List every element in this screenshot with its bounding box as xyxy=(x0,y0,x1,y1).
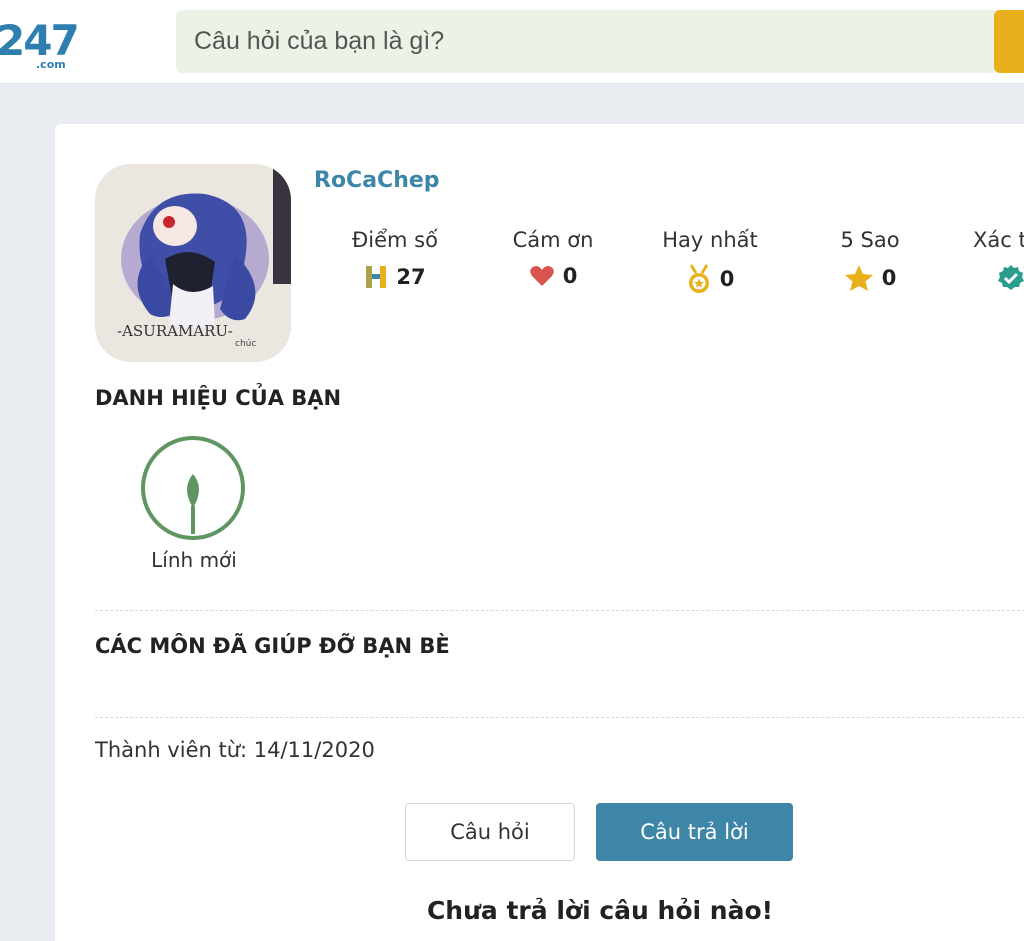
stat-thanks: Cám ơn 0 xyxy=(503,228,603,288)
stat-best: Hay nhất 0 xyxy=(645,228,775,294)
avatar-caption: -ASURAMARU- xyxy=(117,322,233,340)
stat-five-stars: 5 Sao 0 xyxy=(825,228,915,292)
badge-label: Lính mới xyxy=(151,548,237,572)
search-button[interactable] xyxy=(994,10,1024,73)
stat-points: Điểm số 27 xyxy=(340,228,450,290)
logo-suffix: .com xyxy=(36,58,66,71)
site-logo[interactable]: 247 .com xyxy=(0,18,80,72)
subjects-heading: CÁC MÔN ĐÃ GIÚP ĐỠ BẠN BÈ xyxy=(95,634,450,658)
stat-verified: Xác t xyxy=(973,228,1024,292)
titles-heading: DANH HIỆU CỦA BẠN xyxy=(95,386,342,410)
stat-label: Xác t xyxy=(973,228,1024,252)
username[interactable]: RoCaChep xyxy=(314,168,440,193)
leaf-icon xyxy=(139,436,247,544)
h-points-icon xyxy=(364,264,388,290)
tab-answers[interactable]: Câu trả lời xyxy=(596,803,793,861)
top-header: 247 .com xyxy=(0,0,1024,84)
avatar: -ASURAMARU- chúc xyxy=(95,164,291,362)
medal-icon xyxy=(686,264,712,294)
stats-row: Điểm số 27 Cám ơn 0 Hay nhất 0 5 Sao 0 X… xyxy=(335,228,1024,308)
divider xyxy=(95,717,1024,718)
stat-value: 0 xyxy=(881,266,897,290)
stat-label: 5 Sao xyxy=(840,228,900,252)
stat-value: 0 xyxy=(719,267,735,291)
divider xyxy=(95,610,1024,611)
tab-questions[interactable]: Câu hỏi xyxy=(405,803,575,861)
empty-message: Chưa trả lời câu hỏi nào! xyxy=(426,896,774,925)
stat-label: Điểm số xyxy=(352,228,438,252)
stat-value: 0 xyxy=(562,264,578,288)
search-bar xyxy=(176,10,996,73)
search-input[interactable] xyxy=(194,27,996,56)
profile-card: -ASURAMARU- chúc RoCaChep Điểm số 27 Cám… xyxy=(55,124,1024,941)
heart-icon xyxy=(529,264,555,288)
stat-label: Cám ơn xyxy=(512,228,594,252)
check-circle-icon xyxy=(997,264,1024,292)
stat-value: 27 xyxy=(396,265,426,289)
svg-text:chúc: chúc xyxy=(235,339,256,349)
stat-label: Hay nhất xyxy=(662,228,758,252)
star-icon xyxy=(844,264,874,292)
member-since: Thành viên từ: 14/11/2020 xyxy=(95,738,375,762)
